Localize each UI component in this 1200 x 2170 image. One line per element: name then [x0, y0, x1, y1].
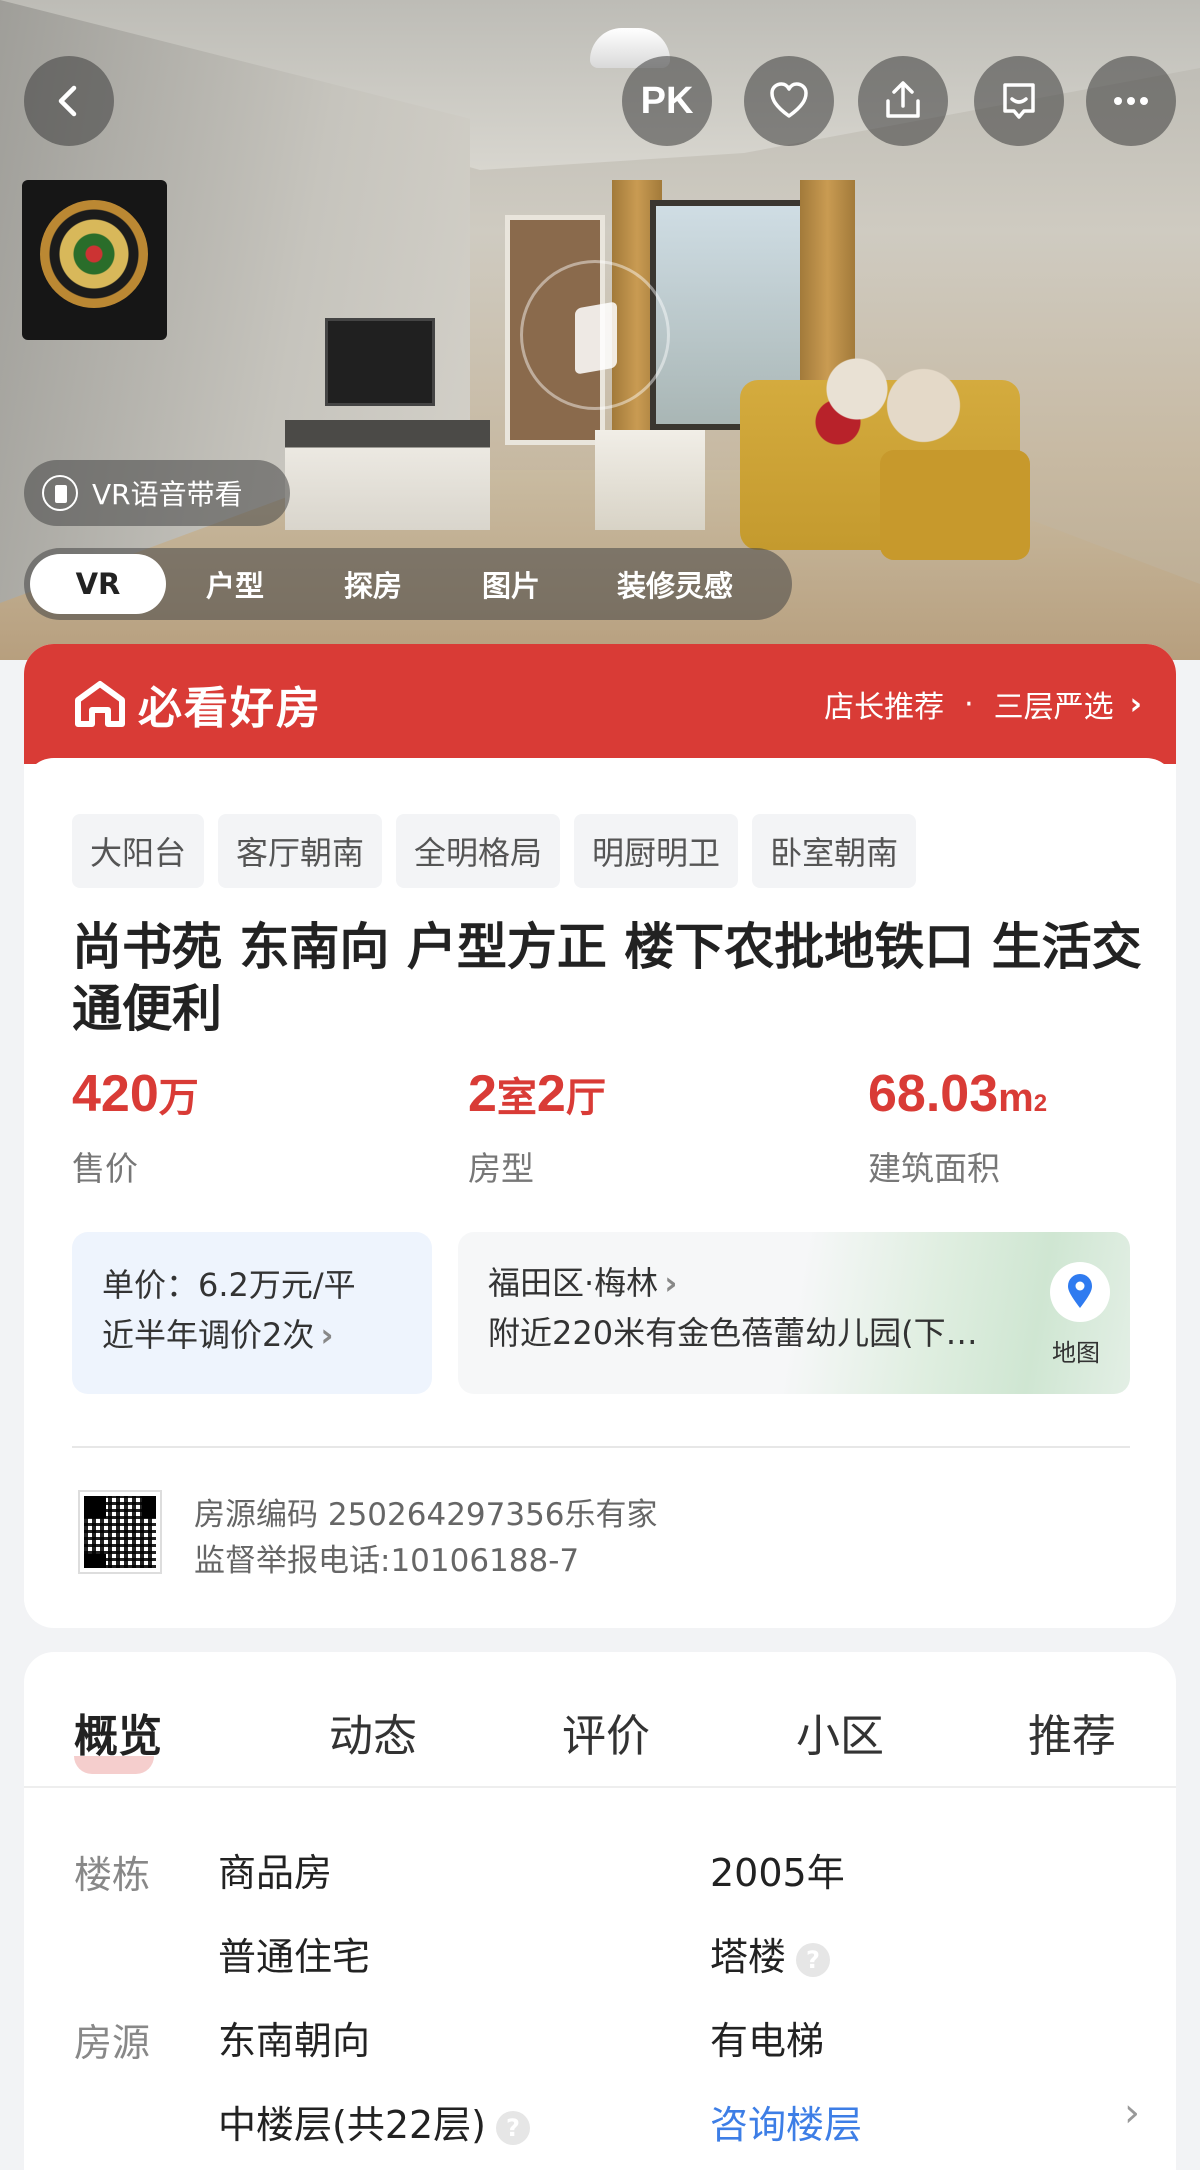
banner-recommend-link[interactable]: 店长推荐 · 三层严选 ›: [824, 682, 1142, 726]
tab-recommend[interactable]: 推荐: [1028, 1700, 1116, 1764]
location-pin-icon: [1068, 1274, 1092, 1308]
media-tab-vr[interactable]: VR: [30, 554, 166, 614]
rooms-unit: 室: [496, 1076, 537, 1120]
chevron-right-icon: ›: [320, 1316, 334, 1354]
area-value: 68.03: [868, 1065, 999, 1123]
vr-voice-tour-button[interactable]: VR语音带看: [24, 460, 290, 526]
banner-separator: ·: [964, 686, 974, 722]
more-button[interactable]: [1086, 56, 1176, 146]
build-year: 2005年: [710, 1851, 845, 1895]
building-label: 楼栋: [74, 1853, 151, 1897]
media-tab-tour[interactable]: 探房: [304, 554, 442, 614]
share-icon: [886, 81, 920, 118]
divider: [72, 1446, 1130, 1448]
media-tab-decor-ideas[interactable]: 装修灵感: [580, 554, 770, 614]
overview-card: 概览 动态 评价 小区 推荐 楼栋 商品房 2005年 普通住宅 塔楼? 房源 …: [24, 1652, 1176, 2170]
area-unit-sup: 2: [1033, 1090, 1048, 1117]
pk-label: PK: [640, 79, 694, 122]
district-link: 福田区·梅林: [488, 1264, 659, 1302]
unit-price-box[interactable]: 单价：6.2万元/平 近半年调价2次 ›: [72, 1232, 432, 1394]
elevator: 有电梯: [710, 2019, 825, 2063]
media-tabs: VR 户型 探房 图片 装修灵感: [24, 548, 792, 620]
listing-card: 必看好房 店长推荐 · 三层严选 › 大阳台 客厅朝南 全明格局 明厨明卫 卧室…: [24, 644, 1176, 1628]
media-tab-floorplan[interactable]: 户型: [166, 554, 304, 614]
layout-stat: 2室2厅 房型: [468, 1064, 606, 1190]
feature-tag: 大阳台: [72, 814, 205, 888]
area-unit: m: [998, 1076, 1034, 1120]
price-adjust-link: 近半年调价2次: [102, 1316, 315, 1354]
feature-tag: 卧室朝南: [752, 814, 917, 888]
back-button[interactable]: [24, 56, 114, 146]
price-value: 420: [72, 1065, 159, 1123]
feature-tags: 大阳台 客厅朝南 全明格局 明厨明卫 卧室朝南: [72, 814, 930, 888]
feature-tag: 明厨明卫: [574, 814, 739, 888]
chevron-left-icon: [58, 85, 77, 117]
chat-icon: [1003, 83, 1035, 119]
orientation: 东南朝向: [218, 2019, 371, 2063]
tab-overview[interactable]: 概览: [74, 1700, 162, 1774]
feature-tag: 客厅朝南: [218, 814, 383, 888]
qr-code[interactable]: [78, 1490, 162, 1574]
usage-type: 普通住宅: [218, 1935, 371, 1979]
vr-voice-label: VR语音带看: [92, 478, 243, 511]
nearby-text: 附近220米有金色蓓蕾幼儿园(下…: [488, 1314, 978, 1352]
price-unit: 万: [158, 1076, 199, 1120]
more-dots-icon: [1114, 97, 1148, 105]
building-type: 商品房: [218, 1851, 333, 1895]
tab-updates[interactable]: 动态: [329, 1700, 417, 1764]
chevron-right-icon[interactable]: ›: [1124, 2090, 1140, 2136]
tab-reviews[interactable]: 评价: [562, 1700, 650, 1764]
message-button[interactable]: [974, 56, 1064, 146]
photo-dartboard: [22, 180, 167, 340]
help-icon[interactable]: ?: [796, 1942, 831, 1977]
location-box[interactable]: 福田区·梅林 › 附近220米有金色蓓蕾幼儿园(下… 地图: [458, 1232, 1130, 1394]
media-tab-photos[interactable]: 图片: [442, 554, 580, 614]
halls-unit: 厅: [565, 1076, 606, 1120]
banner-text-a: 店长推荐: [824, 690, 945, 725]
feature-tag: 全明格局: [396, 814, 561, 888]
layout-label: 房型: [468, 1149, 534, 1188]
vr-icon[interactable]: [520, 260, 670, 410]
section-nav: 概览 动态 评价 小区 推荐: [24, 1652, 1176, 1788]
photo-sofa-arm: [880, 450, 1030, 560]
share-button[interactable]: [858, 56, 948, 146]
map-button[interactable]: [1050, 1262, 1110, 1322]
photo-tv-stand: [285, 420, 490, 530]
chevron-right-icon: ›: [664, 1264, 678, 1302]
heart-icon: [770, 82, 808, 118]
listing-code: 房源编码 250264297356乐有家: [194, 1497, 658, 1533]
tab-community[interactable]: 小区: [796, 1700, 884, 1764]
banner-text-b: 三层严选: [993, 690, 1114, 725]
brand-name: 必看好房: [138, 683, 322, 734]
pk-compare-button[interactable]: PK: [622, 56, 712, 146]
area-stat: 68.03 m 2 建筑面积: [868, 1064, 1047, 1190]
chevron-right-icon: ›: [1129, 686, 1142, 722]
structure-type: 塔楼?: [710, 1926, 831, 1981]
price-stat: 420 万 售价: [72, 1064, 199, 1190]
price-label: 售价: [72, 1149, 138, 1188]
floor-level: 中楼层(共22层)?: [218, 2094, 531, 2149]
photo-tv: [325, 318, 435, 406]
house-logo-icon: [75, 681, 125, 727]
brand-logo: 必看好房: [72, 672, 322, 736]
halls-value: 2: [536, 1065, 566, 1123]
report-phone: 监督举报电话:10106188-7: [194, 1543, 580, 1579]
consult-floor-link[interactable]: 咨询楼层: [710, 2094, 862, 2149]
listing-code-info: 房源编码 250264297356乐有家 监督举报电话:10106188-7: [194, 1492, 658, 1584]
listing-title: 尚书苑 东南向 户型方正 楼下农批地铁口 生活交通便利: [72, 918, 1142, 1038]
featured-banner[interactable]: 必看好房 店长推荐 · 三层严选 ›: [24, 644, 1176, 764]
unit-price: 单价：6.2万元/平: [102, 1266, 356, 1304]
map-label: 地图: [1052, 1339, 1100, 1367]
area-label: 建筑面积: [868, 1149, 1000, 1188]
photo-coffee-table: [595, 430, 705, 530]
help-icon[interactable]: ?: [496, 2110, 531, 2145]
favorite-button[interactable]: [744, 56, 834, 146]
vr-icon: [42, 475, 78, 511]
floor-value: 中楼层(共22层): [218, 2103, 487, 2147]
rooms-value: 2: [468, 1065, 497, 1123]
source-label: 房源: [74, 2021, 151, 2065]
photo-pillows: [800, 345, 990, 455]
structure-value: 塔楼: [710, 1935, 787, 1979]
